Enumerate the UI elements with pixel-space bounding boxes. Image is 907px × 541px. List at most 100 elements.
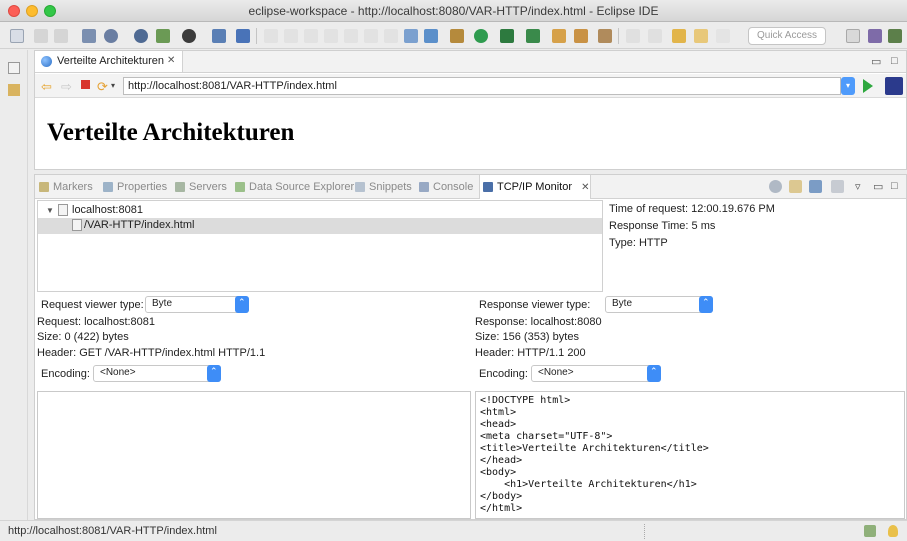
tab-label: TCP/IP Monitor (497, 181, 572, 193)
properties-icon (103, 182, 113, 192)
tab-data-source-explorer[interactable]: Data Source Explorer (235, 181, 354, 193)
maximize-icon[interactable]: □ (891, 180, 898, 192)
forward-arrow-icon[interactable]: ⇨ (61, 79, 72, 95)
back-icon[interactable] (694, 29, 708, 43)
response-time: Response Time: 5 ms (609, 220, 716, 232)
response-encoding-select[interactable]: <None> (531, 365, 661, 382)
maximize-icon[interactable]: □ (891, 55, 898, 67)
toggle-breakpoints-icon[interactable] (404, 29, 418, 43)
clear-icon[interactable] (789, 180, 802, 193)
server-status-icon[interactable] (864, 525, 876, 537)
chevron-down-icon (647, 365, 661, 382)
next-annotation-icon[interactable] (626, 29, 640, 43)
twisty-icon[interactable]: ▼ (46, 206, 54, 215)
new-java-project-icon[interactable] (450, 29, 464, 43)
terminate-icon[interactable] (304, 29, 318, 43)
save-icon[interactable] (34, 29, 48, 43)
browser-nav-bar: ⇦ ⇨ ⟳ ▾ http://localhost:8081/VAR-HTTP/i… (35, 74, 906, 98)
servers-icon (175, 182, 185, 192)
open-external-browser-icon[interactable] (885, 77, 903, 95)
open-console-icon[interactable] (212, 29, 226, 43)
previous-annotation-icon[interactable] (648, 29, 662, 43)
forward-icon[interactable] (716, 29, 730, 43)
profile-icon[interactable] (182, 29, 196, 43)
save-all-icon[interactable] (54, 29, 68, 43)
url-history-dropdown[interactable]: ▾ (841, 77, 855, 95)
response-viewer-select[interactable]: Byte (605, 296, 713, 313)
tab-snippets[interactable]: Snippets (355, 181, 412, 193)
view-menu-icon[interactable]: ▿ (855, 180, 861, 193)
url-input[interactable]: http://localhost:8081/VAR-HTTP/index.htm… (123, 77, 841, 95)
package-explorer-icon[interactable] (8, 84, 20, 96)
tab-console[interactable]: Console (419, 181, 473, 193)
response-encoding-label: Encoding: (479, 368, 528, 380)
request-body-area[interactable] (37, 391, 471, 519)
run-as-icon[interactable] (474, 29, 488, 43)
java-ee-perspective-icon[interactable] (868, 29, 882, 43)
refresh-icon[interactable]: ⟳ (97, 79, 108, 95)
tab-markers[interactable]: Markers (39, 181, 93, 193)
request-encoding-value: <None> (100, 367, 136, 378)
new-server-icon[interactable] (156, 29, 170, 43)
chevron-down-icon[interactable]: ▾ (111, 81, 115, 90)
tcpip-monitor-icon (483, 182, 493, 192)
disconnect-icon[interactable] (324, 29, 338, 43)
quick-access-field[interactable]: Quick Access (748, 27, 826, 45)
request-viewer-value: Byte (152, 298, 173, 309)
response-body-area[interactable]: <!DOCTYPE html> <html> <head> <meta char… (475, 391, 905, 519)
sort-icon[interactable] (809, 180, 822, 193)
snippets-icon (355, 182, 365, 192)
suspend-icon[interactable] (284, 29, 298, 43)
last-edit-location-icon[interactable] (672, 29, 686, 43)
minimize-icon[interactable]: ▭ (873, 180, 883, 193)
close-icon[interactable]: ✕ (581, 182, 589, 193)
request-tree: ▼ localhost:8081 /VAR-HTTP/index.html (37, 200, 603, 292)
response-line: Response: localhost:8080 (475, 316, 602, 328)
open-perspective-icon[interactable] (846, 29, 860, 43)
views-panel: Markers Properties Servers Data Source E… (34, 174, 907, 520)
request-type: Type: HTTP (609, 237, 668, 249)
go-icon[interactable] (863, 79, 873, 93)
java-perspective-icon[interactable] (888, 29, 902, 43)
step-over-icon[interactable] (364, 29, 378, 43)
tree-host-label: localhost:8081 (72, 204, 143, 216)
open-type-icon[interactable] (552, 29, 566, 43)
tip-icon[interactable] (888, 525, 898, 537)
new-class-icon[interactable] (526, 29, 540, 43)
properties-icon[interactable] (831, 180, 844, 193)
restore-icon[interactable] (8, 62, 20, 74)
tab-properties[interactable]: Properties (103, 181, 167, 193)
request-viewer-label: Request viewer type: (41, 299, 144, 311)
editor-tab-verteilte-architekturen[interactable]: Verteilte Architekturen ✕ (35, 51, 183, 72)
minimize-icon[interactable]: ▭ (871, 55, 881, 68)
page-heading: Verteilte Architekturen (47, 119, 295, 146)
external-tools-icon[interactable] (134, 29, 148, 43)
new-package-icon[interactable] (500, 29, 514, 43)
resume-icon[interactable] (264, 29, 278, 43)
tree-request-label: /VAR-HTTP/index.html (84, 219, 195, 231)
close-icon[interactable]: ✕ (167, 55, 175, 66)
open-task-icon[interactable] (574, 29, 588, 43)
tree-item-request[interactable]: /VAR-HTTP/index.html (38, 218, 602, 234)
skip-breakpoints-icon[interactable] (424, 29, 438, 43)
stop-icon[interactable] (81, 80, 90, 89)
debug-icon[interactable] (82, 29, 96, 43)
back-arrow-icon[interactable]: ⇦ (41, 79, 52, 95)
new-icon[interactable] (10, 29, 24, 43)
request-viewer-select[interactable]: Byte (145, 296, 249, 313)
step-into-icon[interactable] (344, 29, 358, 43)
window-title: eclipse-workspace - http://localhost:808… (248, 4, 659, 18)
start-monitor-icon[interactable] (769, 180, 782, 193)
tab-tcpip-monitor[interactable]: TCP/IP Monitor ✕ (483, 181, 589, 193)
run-icon[interactable] (104, 29, 118, 43)
left-trim-stack (0, 50, 28, 520)
tab-label: Data Source Explorer (249, 181, 355, 193)
response-viewer-value: Byte (612, 298, 633, 309)
search-icon[interactable] (598, 29, 612, 43)
request-encoding-select[interactable]: <None> (93, 365, 221, 382)
tree-item-host[interactable]: ▼ localhost:8081 (38, 203, 602, 219)
pin-icon[interactable] (236, 29, 250, 43)
status-bar: http://localhost:8081/VAR-HTTP/index.htm… (0, 520, 907, 541)
tab-servers[interactable]: Servers (175, 181, 227, 193)
step-return-icon[interactable] (384, 29, 398, 43)
